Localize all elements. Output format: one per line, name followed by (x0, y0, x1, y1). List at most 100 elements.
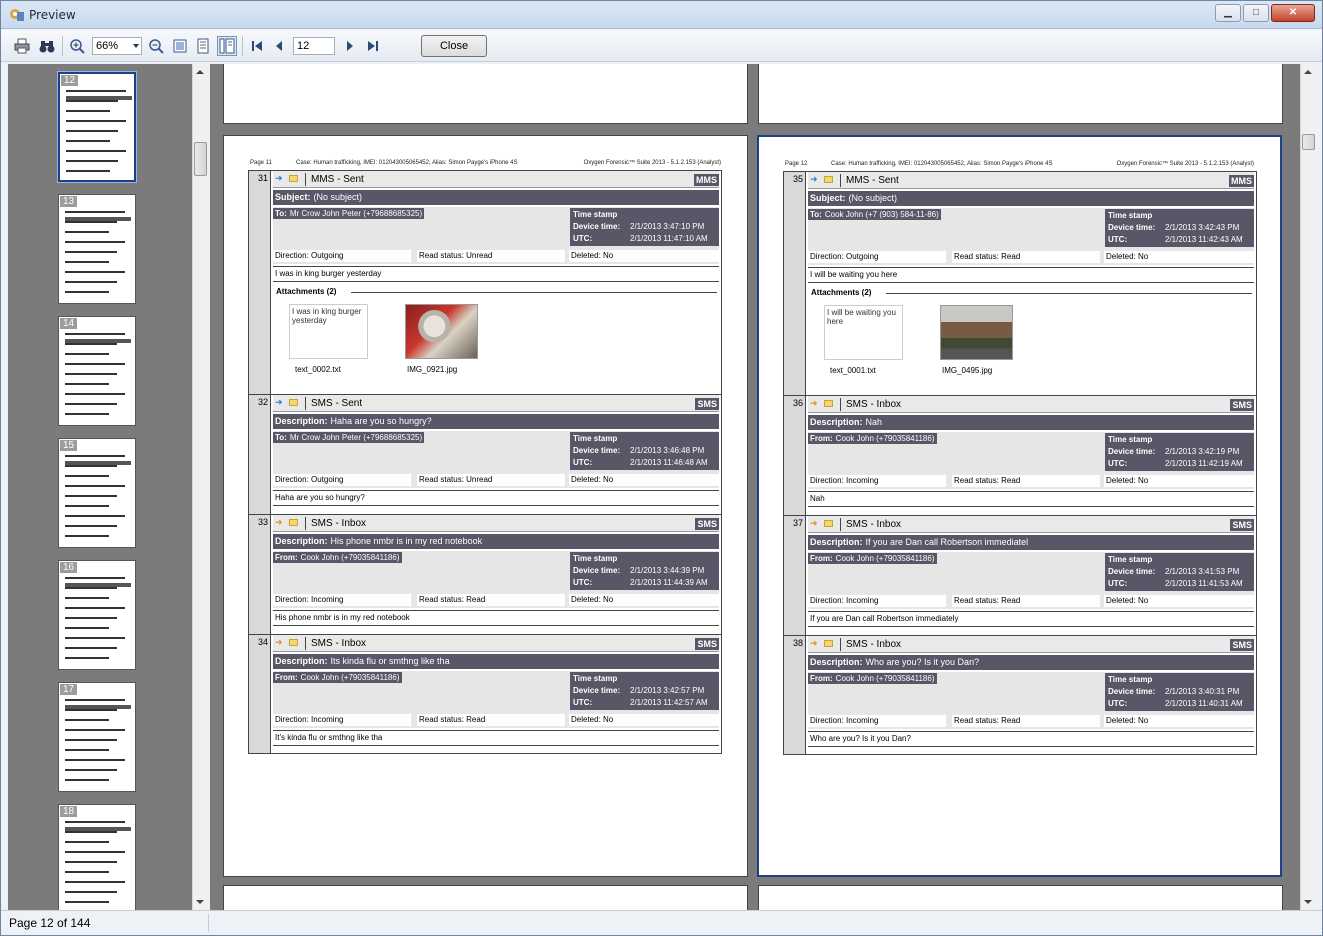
timestamp-value: 2/1/2013 11:41:53 AM (1165, 579, 1243, 588)
timestamp-label: Device time: (1108, 567, 1156, 576)
page-thumbnail[interactable]: 12 (57, 71, 137, 183)
chevron-down-icon (133, 44, 139, 48)
record-type-label: SMS - Inbox (846, 639, 902, 650)
party-value: Mr Crow John Peter (+79688685325) (289, 209, 423, 218)
status-fields: Direction: Outgoing Read status: Unread De… (273, 250, 719, 263)
thumbnail-line (65, 485, 125, 487)
status-fields: Direction: Outgoing Read status: Read Dele… (808, 251, 1254, 264)
attachment-filename[interactable]: text_0002.txt (295, 365, 341, 374)
timestamp-label: UTC: (573, 234, 593, 243)
page-header-page: Page 11 (250, 160, 272, 166)
record-number: 37 (784, 516, 806, 635)
party-value: Cook John (+79035841186) (300, 553, 400, 562)
thumbnail-line (65, 465, 117, 467)
whole-page-button[interactable] (171, 37, 189, 55)
description-value: Who are you? Is it you Dan? (865, 657, 980, 667)
description-label: Description: (275, 416, 328, 426)
record-details: From: Cook John (+79035841186) Time stamp D… (808, 552, 1254, 609)
scroll-up-icon[interactable] (1304, 70, 1312, 74)
page-thumbnail[interactable]: 13 (58, 194, 136, 304)
message-text: If you are Dan call Robertson immediatel… (808, 611, 1254, 627)
timestamp-value: 2/1/2013 3:42:19 PM (1165, 447, 1240, 456)
first-page-button[interactable] (248, 37, 266, 55)
field-deleted: Deleted: No (1104, 251, 1254, 263)
page-thumbnail[interactable]: 16 (58, 560, 136, 670)
thumbnail-scroll-thumb[interactable] (194, 142, 207, 176)
page-thumbnail[interactable]: 18 (58, 804, 136, 910)
record-body: ➜ SMS - Inbox SMS Description: His phone nmb… (273, 515, 719, 626)
header-divider (840, 638, 841, 651)
page-number-input[interactable]: 12 (293, 37, 335, 55)
record-number: 34 (249, 635, 271, 753)
maximize-button[interactable]: □ (1243, 4, 1269, 22)
zoom-in-button[interactable] (68, 37, 86, 55)
timestamp-title: Time stamp (573, 674, 618, 683)
timestamp-label: UTC: (1108, 699, 1128, 708)
previous-page-button[interactable] (270, 37, 288, 55)
field-deleted: Deleted: No (569, 250, 719, 262)
description-bar: Description: His phone nmbr is in my red … (273, 534, 719, 549)
record-header: ➜ SMS - Inbox SMS (808, 396, 1254, 413)
preview-scroll-thumb[interactable] (1302, 134, 1315, 150)
thumbnail-scrollbar[interactable] (192, 64, 208, 910)
timestamp-label: UTC: (1108, 235, 1128, 244)
close-window-button[interactable]: ✕ (1271, 4, 1315, 22)
timestamp-value: 2/1/2013 3:41:53 PM (1165, 567, 1240, 576)
thumbnails-toggle-button[interactable] (217, 36, 237, 56)
envelope-icon (289, 399, 298, 406)
page-sheet-bottom-left (223, 885, 748, 910)
close-button[interactable]: Close (421, 35, 487, 57)
record-number: 36 (784, 396, 806, 515)
page-thumbnail[interactable]: 15 (58, 438, 136, 548)
thumbnail-line (65, 241, 125, 243)
text-attachment-preview[interactable]: I was in king burger yesterday (289, 304, 368, 359)
description-label: Description: (810, 417, 863, 427)
envelope-icon (824, 640, 833, 647)
zoom-out-button[interactable] (147, 37, 165, 55)
thumbnail-line (65, 627, 109, 629)
page-header-case: Case: Human trafficking, IMEI: 012043005… (296, 160, 518, 166)
scroll-up-icon[interactable] (196, 70, 204, 74)
scroll-down-icon[interactable] (196, 900, 204, 904)
description-bar: Description: If you are Dan call Robertso… (808, 535, 1254, 550)
timestamp-label: UTC: (1108, 459, 1128, 468)
page-thumbnail[interactable]: 17 (58, 682, 136, 792)
attachments-section: Attachments (2) I was in king burger yest… (273, 285, 719, 381)
scroll-down-icon[interactable] (1304, 900, 1312, 904)
find-button[interactable] (38, 37, 56, 55)
attachment-filename[interactable]: IMG_0921.jpg (407, 365, 457, 374)
next-page-button[interactable] (341, 37, 359, 55)
print-button[interactable] (13, 37, 31, 55)
preview-scrollbar[interactable] (1300, 64, 1316, 910)
zoom-select[interactable]: 66% (92, 37, 142, 55)
image-attachment-preview[interactable] (405, 304, 478, 359)
thumbnail-line (65, 495, 117, 497)
party-value: Cook John (+79035841186) (300, 673, 400, 682)
page-width-button[interactable] (194, 37, 212, 55)
timestamp-label: Device time: (573, 566, 621, 575)
text-attachment-preview[interactable]: I will be waiting you here (824, 305, 903, 360)
message-type-badge: MMS (694, 174, 719, 186)
minimize-button[interactable]: ▁ (1215, 4, 1241, 22)
image-attachment-preview[interactable] (940, 305, 1013, 360)
window-title: Preview (29, 8, 76, 22)
record-details: From: Cook John (+79035841186) Time stamp D… (273, 671, 719, 728)
thumbnail-line (65, 363, 125, 365)
record-number: 31 (249, 171, 271, 394)
party-label: To: (275, 209, 287, 218)
attachment-filename[interactable]: text_0001.txt (830, 366, 876, 375)
field-read: Read status: Unread (417, 474, 565, 486)
header-divider (305, 517, 306, 530)
zoom-value: 66% (96, 40, 119, 52)
timestamp-value: 2/1/2013 3:44:39 PM (630, 566, 705, 575)
field-read: Read status: Read (417, 594, 565, 606)
direction-arrow-icon: ➜ (275, 637, 283, 647)
page-thumbnail[interactable]: 14 (58, 316, 136, 426)
attachment-filename[interactable]: IMG_0495.jpg (942, 366, 992, 375)
thumbnail-line (65, 291, 109, 293)
thumbnail-line (66, 140, 110, 142)
timestamp-row: Device time: 2/1/2013 3:44:39 PM (573, 565, 716, 577)
record-body: ➜ SMS - Inbox SMS Description: Its kinda flu… (273, 635, 719, 746)
last-page-button[interactable] (364, 37, 382, 55)
thumbnail-page-number: 13 (60, 196, 78, 207)
